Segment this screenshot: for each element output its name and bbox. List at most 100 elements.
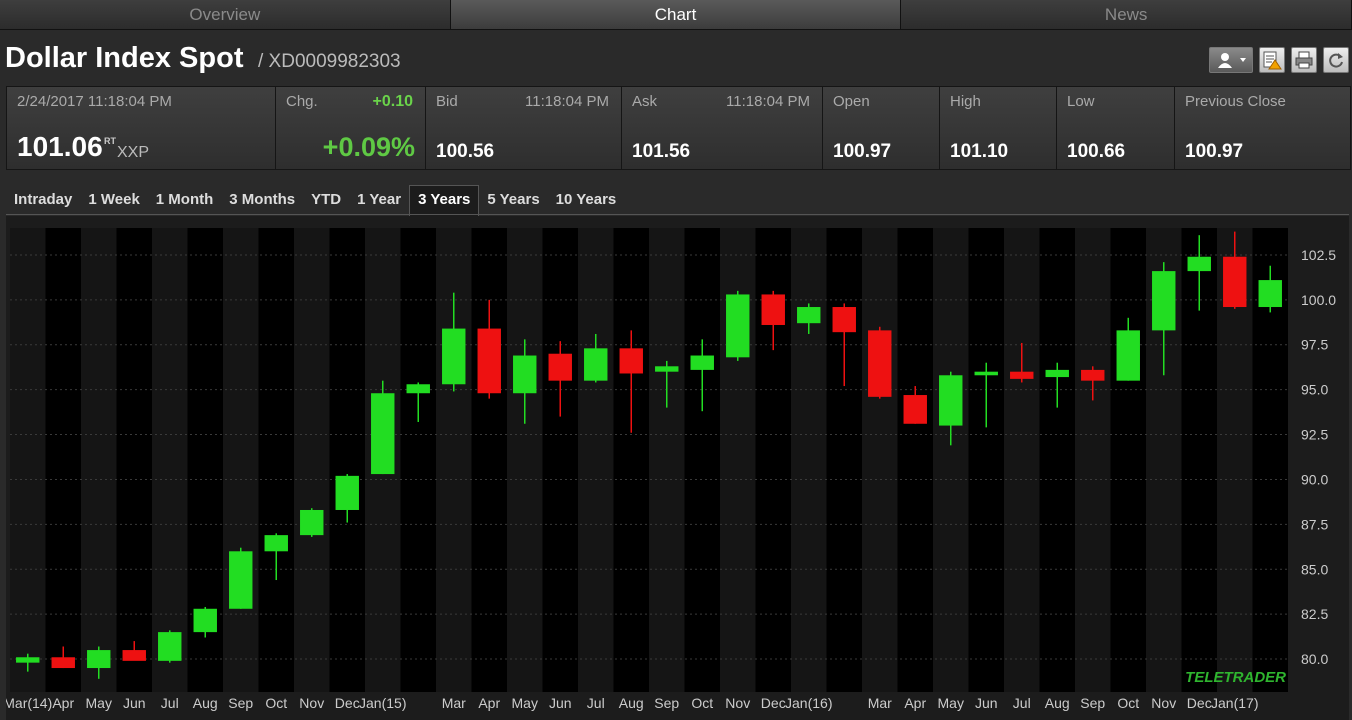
chart-area[interactable]: 80.0 82.5 85.0 87.5 90.0 92.5 95.0 97.5 100.0 102… [6,216,1349,720]
realtime-badge: RT [104,136,116,146]
ask-value: 101.56 [632,141,691,162]
range-tab-bar: Intraday 1 Week 1 Month 3 Months YTD 1 Y… [6,185,625,216]
x-tick-label: Dec [335,695,360,711]
candle-body [903,395,927,424]
change-percent: +0.09% [322,132,415,162]
x-tick-label: Aug [193,695,218,711]
x-tick-label: May [512,695,538,711]
quote-strip: 2/24/2017 11:18:04 PM 101.06 RT XXP Chg.… [6,86,1351,170]
bid-value: 100.56 [436,141,495,162]
open-cell: Open 100.97 [823,87,940,169]
teletrader-logo: TELETRADER [1185,669,1286,686]
x-tick-label: Aug [619,695,644,711]
range-tab-underline [6,214,1349,215]
open-value: 100.97 [833,141,892,162]
candle-body [371,393,395,475]
month-stripe [933,228,969,692]
x-tick-label: Sep [228,695,253,711]
range-5-years[interactable]: 5 Years [479,186,547,214]
x-tick-label: Mar(14) [6,695,52,711]
candle-body [726,294,750,358]
range-intraday[interactable]: Intraday [6,186,80,214]
range-1-year[interactable]: 1 Year [349,186,409,214]
alert-note-button[interactable] [1259,47,1285,73]
x-tick-label: Sep [654,695,679,711]
y-tick-label: 92.5 [1301,427,1328,443]
x-tick-label: Jul [161,695,179,711]
x-tick-label: May [86,695,112,711]
candle-body [16,657,40,663]
ask-time: 11:18:04 PM [726,93,810,110]
candle-body [1258,280,1282,308]
alert-note-icon [1263,51,1282,70]
previous-close-cell: Previous Close 100.97 [1175,87,1350,169]
user-icon [1218,53,1246,68]
x-tick-label: Jul [1013,695,1031,711]
x-tick-label: Jun [975,695,998,711]
range-3-years[interactable]: 3 Years [409,185,480,216]
candle-body [1223,256,1247,308]
tab-chart[interactable]: Chart [450,0,902,30]
x-tick-label: Nov [299,695,324,711]
month-stripe [578,228,614,692]
ask-label: Ask [632,93,658,110]
candle-body [158,632,182,661]
candle-body [619,348,643,374]
user-menu-button[interactable] [1209,47,1253,73]
candle-body [1081,369,1105,381]
range-ytd[interactable]: YTD [303,186,349,214]
y-tick-label: 95.0 [1301,382,1328,398]
instrument-title: Dollar Index Spot [5,42,244,74]
x-tick-label: Nov [1151,695,1176,711]
high-label: High [950,93,981,110]
month-stripe [81,228,117,692]
x-tick-label: Dec [761,695,786,711]
candle-body [300,509,324,536]
candle-body [229,551,253,609]
x-tick-label: Oct [1117,695,1139,711]
x-tick-label: Jan(16) [785,695,832,711]
change-label: Chg. [286,93,318,110]
previous-close-value: 100.97 [1185,141,1244,162]
tab-overview[interactable]: Overview [0,0,451,30]
change-absolute: +0.10 [372,93,413,110]
print-button[interactable] [1291,47,1317,73]
tab-news[interactable]: News [901,0,1352,30]
range-1-month[interactable]: 1 Month [148,186,222,214]
candle-body [1116,330,1140,381]
change-cell: Chg. +0.10 +0.09% [276,87,426,169]
candle-body [868,330,892,397]
month-stripe [223,228,259,692]
bid-cell: Bid 11:18:04 PM 100.56 [426,87,622,169]
candle-body [1045,369,1069,378]
y-tick-label: 80.0 [1301,651,1328,667]
x-tick-label: Sep [1080,695,1105,711]
range-3-months[interactable]: 3 Months [221,186,303,214]
bid-label: Bid [436,93,458,110]
candle-body [1152,271,1176,331]
candle-body [335,475,359,510]
candle-body [513,355,537,394]
x-tick-label: Oct [265,695,287,711]
range-1-week[interactable]: 1 Week [80,186,147,214]
refresh-button[interactable] [1323,47,1349,73]
chevron-down-icon [1240,58,1246,62]
candlestick-chart[interactable]: 80.0 82.5 85.0 87.5 90.0 92.5 95.0 97.5 100.0 102… [6,216,1349,720]
month-stripe [507,228,543,692]
y-tick-label: 85.0 [1301,561,1328,577]
y-tick-label: 87.5 [1301,516,1328,532]
candle-body [1187,256,1211,272]
low-value: 100.66 [1067,141,1126,162]
month-stripe [649,228,685,692]
ask-cell: Ask 11:18:04 PM 101.56 [622,87,823,169]
candle-body [1010,371,1034,379]
toolbar [1209,47,1349,73]
candle-body [122,650,146,661]
month-stripe [791,228,827,692]
exchange-code: XXP [117,144,150,161]
y-tick-label: 97.5 [1301,337,1328,353]
candle-body [584,348,608,381]
candle-body [797,307,821,324]
isin-code: / XD0009982303 [258,51,401,72]
range-10-years[interactable]: 10 Years [548,186,625,214]
